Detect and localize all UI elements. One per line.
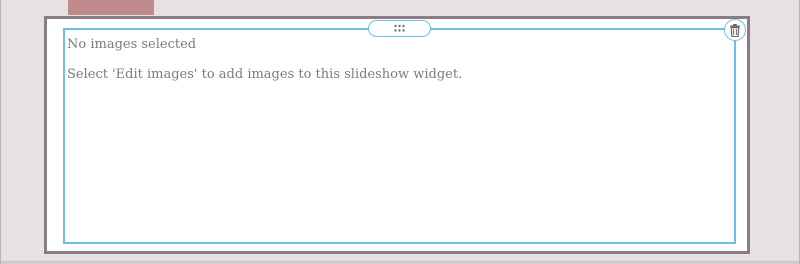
drag-grip-icon xyxy=(394,24,405,32)
empty-state-description: Select 'Edit images' to add images to th… xyxy=(67,67,463,82)
drag-handle[interactable] xyxy=(368,20,431,37)
delete-widget-button[interactable] xyxy=(724,19,746,41)
section-tab-block xyxy=(68,0,154,15)
empty-state-title: No images selected xyxy=(67,37,197,52)
slideshow-widget[interactable] xyxy=(63,28,736,244)
editor-canvas: No images selected Select 'Edit images' … xyxy=(0,0,800,264)
trash-icon xyxy=(730,24,740,37)
